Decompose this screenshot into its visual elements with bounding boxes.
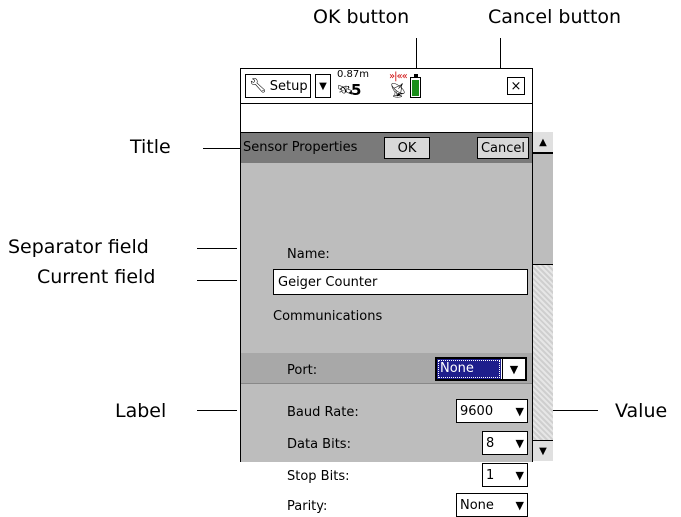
callout-label: Label <box>115 400 167 422</box>
leader-separator <box>197 248 237 249</box>
port-dropdown[interactable]: None ▼ <box>435 357 527 381</box>
taskbar: 🔧︎ Setup ▼ 0.87m 🛰︎ 5 »|«« 📡︎ × <box>241 69 532 104</box>
separator-field: Communications <box>273 309 383 324</box>
field-label-data-bits: Data Bits: <box>287 437 351 452</box>
gps-accuracy: 0.87m <box>337 69 370 80</box>
field-label-parity: Parity: <box>287 499 328 514</box>
baud-rate-dropdown[interactable]: 9600 ▼ <box>456 399 528 423</box>
form-titlebar: Sensor Properties OK Cancel <box>241 133 532 163</box>
satellite-count: 5 <box>351 81 362 99</box>
data-bits-value: 8 <box>486 436 495 451</box>
port-value: None <box>437 359 501 379</box>
chevron-down-icon: ▼ <box>515 499 524 512</box>
stop-bits-value: 1 <box>486 468 495 483</box>
scrollbar[interactable]: ▲ ▼ <box>532 132 553 461</box>
device-window: 🔧︎ Setup ▼ 0.87m 🛰︎ 5 »|«« 📡︎ × Sensor P… <box>240 68 533 517</box>
parity-value: None <box>460 498 494 513</box>
leader-current <box>197 280 237 281</box>
chevron-down-icon: ▼ <box>502 359 525 379</box>
blank-bar <box>241 104 532 133</box>
callout-ok-button: OK button <box>313 6 410 28</box>
scroll-up-icon[interactable]: ▲ <box>533 132 553 153</box>
data-bits-dropdown[interactable]: 8 ▼ <box>482 431 528 455</box>
leader-label <box>197 410 237 411</box>
scroll-down-icon[interactable]: ▼ <box>533 440 553 461</box>
radio-signal-indicator: »|«« <box>389 71 408 82</box>
chevron-down-icon: ▼ <box>515 469 524 482</box>
wrench-icon: 🔧︎ <box>249 78 267 94</box>
chevron-down-icon: ▼ <box>515 405 524 418</box>
baud-rate-value: 9600 <box>460 404 494 419</box>
stop-bits-dropdown[interactable]: 1 ▼ <box>482 463 528 487</box>
callout-separator-field: Separator field <box>8 236 149 258</box>
setup-dropdown[interactable]: ▼ <box>315 74 331 98</box>
chevron-down-icon: ▼ <box>515 437 524 450</box>
battery-icon <box>410 74 421 98</box>
field-label-baud-rate: Baud Rate: <box>287 405 359 420</box>
setup-button[interactable]: 🔧︎ Setup <box>245 74 311 98</box>
name-field[interactable]: Geiger Counter <box>273 269 528 295</box>
callout-title: Title <box>130 136 171 158</box>
ok-button[interactable]: OK <box>384 137 430 159</box>
field-label-stop-bits: Stop Bits: <box>287 469 350 484</box>
leader-title <box>203 148 243 149</box>
callout-cancel-button: Cancel button <box>488 6 622 28</box>
parity-dropdown[interactable]: None ▼ <box>456 493 528 517</box>
callout-value: Value <box>615 400 668 422</box>
form-title: Sensor Properties <box>243 140 358 155</box>
close-button[interactable]: × <box>507 77 525 95</box>
name-label: Name: <box>287 247 330 262</box>
chevron-down-icon: ▼ <box>319 80 327 92</box>
form-content: Name: Geiger Counter Communications Port… <box>241 163 532 517</box>
radio-icon: 📡︎ <box>389 83 407 99</box>
setup-label: Setup <box>269 78 308 94</box>
cancel-button[interactable]: Cancel <box>477 137 529 159</box>
scrollbar-thumb[interactable] <box>533 153 553 265</box>
field-label-port: Port: <box>287 363 318 378</box>
callout-current-field: Current field <box>37 266 156 288</box>
